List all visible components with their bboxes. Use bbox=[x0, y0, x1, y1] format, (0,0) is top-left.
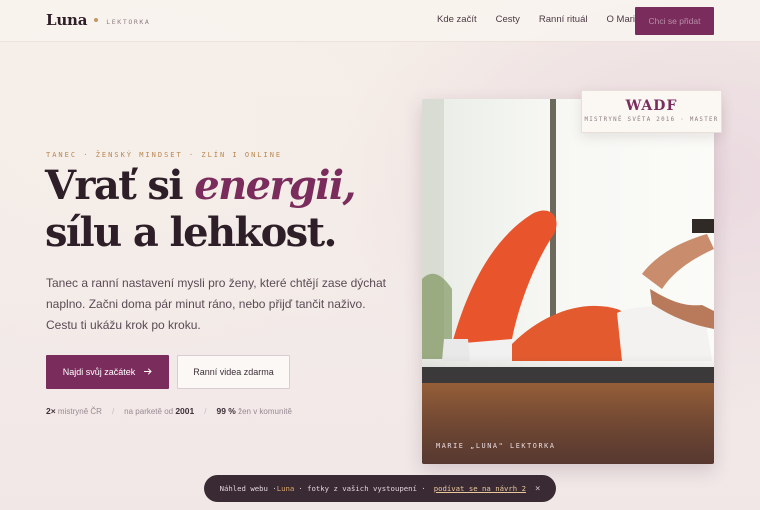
preview-toast: Náhled webu · Luna · fotky z vašich vyst… bbox=[204, 475, 556, 502]
badge-subtitle: MISTRYNĚ SVĚTA 2016 · MASTER bbox=[584, 117, 719, 123]
badge-title: WADF bbox=[625, 98, 678, 114]
nav-item-cesty[interactable]: Cesty bbox=[496, 14, 520, 25]
headline-line2: sílu a lehkost. bbox=[45, 209, 337, 256]
nav-item-ranni-ritual[interactable]: Ranní rituál bbox=[539, 14, 588, 25]
workout-illustration bbox=[422, 99, 714, 464]
nav-item-o-marii[interactable]: O Marii bbox=[607, 14, 638, 25]
logo-tagline: LEKTORKA bbox=[106, 17, 151, 26]
stat-separator: / bbox=[111, 406, 115, 416]
find-start-button[interactable]: Najdi svůj začátek bbox=[46, 355, 169, 389]
stat-separator: / bbox=[204, 406, 207, 416]
toast-brand: Luna bbox=[276, 484, 295, 493]
hero-headline: Vrať si energii, sílu a lehkost. bbox=[45, 162, 356, 256]
headline-accent: energii, bbox=[194, 162, 356, 209]
stat-community: 99 % žen v komunitě bbox=[216, 406, 292, 416]
join-button[interactable]: Chci se přidat bbox=[635, 7, 714, 35]
hero-photo: MARIE „LUNA" LEKTORKA bbox=[422, 99, 714, 464]
stat-since: na parketě od 2001 bbox=[124, 406, 195, 416]
hero-lead-text: Tanec a ranní nastavení mysli pro ženy, … bbox=[46, 276, 386, 332]
hero-eyebrow: TANEC · ŽENSKÝ MINDSET · ZLÍN I ONLINE bbox=[46, 151, 283, 159]
award-badge: WADF MISTRYNĚ SVĚTA 2016 · MASTER bbox=[581, 90, 722, 133]
toast-middle: · fotky z vašich vystoupení · bbox=[298, 484, 426, 493]
photo-caption: MARIE „LUNA" LEKTORKA bbox=[436, 442, 556, 450]
toast-link[interactable]: podívat se na návrh 2 bbox=[434, 484, 526, 493]
logo-name: Luna bbox=[46, 11, 88, 29]
main-nav: Kde začít Cesty Ranní rituál O Marii bbox=[437, 14, 656, 25]
logo[interactable]: Luna LEKTORKA bbox=[46, 11, 150, 29]
free-videos-button[interactable]: Ranní videa zdarma bbox=[177, 355, 290, 389]
stats-row: 2× mistryně ČR / na parketě od 2001 / 99… bbox=[46, 406, 292, 416]
arrow-right-icon bbox=[144, 367, 152, 377]
find-start-label: Najdi svůj začátek bbox=[62, 367, 136, 377]
close-icon[interactable]: × bbox=[535, 484, 540, 494]
top-navigation-bar: Luna LEKTORKA Kde začít Cesty Ranní ritu… bbox=[0, 0, 760, 42]
toast-prefix: Náhled webu · bbox=[219, 484, 277, 493]
nav-item-kde-zacit[interactable]: Kde začít bbox=[437, 14, 477, 25]
headline-part1: Vrať si bbox=[45, 162, 195, 209]
logo-dot bbox=[94, 18, 99, 22]
stat-championships: 2× mistryně ČR bbox=[46, 406, 102, 416]
